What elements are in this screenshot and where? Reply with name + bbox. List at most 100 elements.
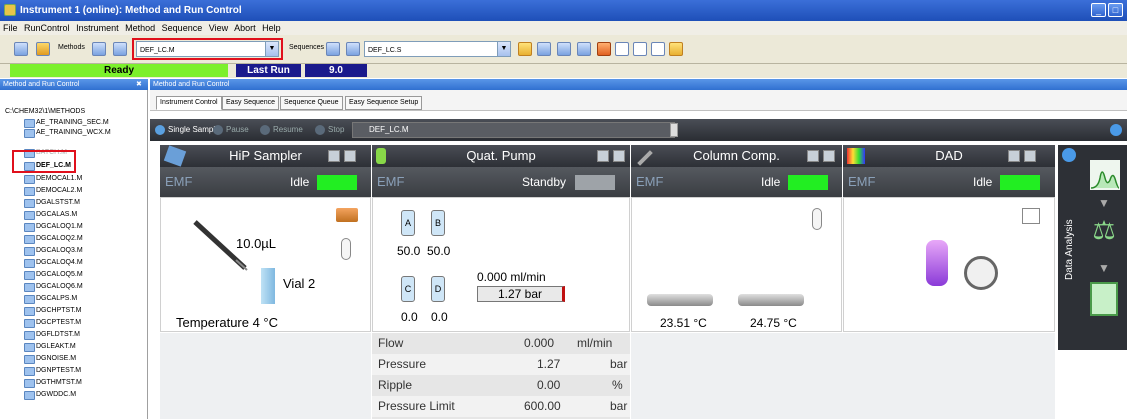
- sampler-emf[interactable]: EMF: [165, 167, 192, 197]
- open-sequence-icon[interactable]: [326, 42, 340, 56]
- minimize-icon[interactable]: _: [1091, 3, 1106, 17]
- list-item[interactable]: AE_TRAINING_WCX.M: [24, 128, 111, 138]
- list-item[interactable]: DGTHMTST.M: [24, 378, 82, 388]
- expand-icon[interactable]: [1062, 148, 1076, 162]
- checklist-icon[interactable]: [651, 42, 665, 56]
- tab-easy-sequence-setup[interactable]: Easy Sequence Setup: [345, 96, 423, 110]
- chart-icon[interactable]: [577, 42, 591, 56]
- row-label: Ripple: [378, 378, 413, 392]
- list-item[interactable]: DGALSTST.M: [24, 198, 80, 208]
- chromatogram-icon[interactable]: [1090, 160, 1120, 190]
- sampler-minimize-icon[interactable]: [328, 150, 340, 162]
- menu-abort[interactable]: Abort: [234, 23, 256, 33]
- row-value: 600.00: [524, 399, 561, 413]
- bottle-a-icon: A: [401, 210, 415, 236]
- table-row: Pressure Limit 600.00 bar: [372, 396, 630, 417]
- dad-minimize-icon[interactable]: [1008, 150, 1020, 162]
- column-emf[interactable]: EMF: [636, 167, 663, 197]
- column-menu-icon[interactable]: [823, 150, 835, 162]
- sequence-select[interactable]: DEF_LC.S ▼: [364, 41, 511, 57]
- pump-minimize-icon[interactable]: [597, 150, 609, 162]
- resume-button[interactable]: Resume: [260, 122, 303, 138]
- vial-icon: [261, 268, 275, 304]
- view-layout-icon[interactable]: [518, 42, 532, 56]
- list-item[interactable]: DEMOCAL2.M: [24, 186, 82, 196]
- menu-instrument[interactable]: Instrument: [76, 23, 119, 33]
- tab-sequence-queue[interactable]: Sequence Queue: [280, 96, 343, 110]
- right-panel-title: Method and Run Control: [150, 79, 1127, 90]
- thermostat-icon[interactable]: [336, 208, 358, 222]
- list-item[interactable]: DGWDDC.M: [24, 390, 76, 400]
- help-icon[interactable]: [1110, 124, 1122, 136]
- tree-root[interactable]: C:\CHEM32\1\METHODS: [5, 108, 85, 115]
- run-method-field: DEF_LC.M: [352, 122, 675, 138]
- pause-button[interactable]: Pause: [213, 122, 249, 138]
- data-analysis-label[interactable]: Data Analysis: [1064, 200, 1078, 300]
- row-unit: ml/min: [577, 336, 613, 350]
- menu-file[interactable]: File: [3, 23, 18, 33]
- list-item[interactable]: DGNPTEST.M: [24, 366, 81, 376]
- dad-menu-icon[interactable]: [1024, 150, 1036, 162]
- system-diagram-icon[interactable]: [537, 42, 551, 56]
- column-minimize-icon[interactable]: [807, 150, 819, 162]
- list-item[interactable]: DGCPTEST.M: [24, 318, 81, 328]
- save-sequence-icon[interactable]: [346, 42, 360, 56]
- thermometer-icon[interactable]: [341, 238, 351, 260]
- list-item[interactable]: DGCALPS.M: [24, 294, 77, 304]
- list-item[interactable]: DGCALOQ2.M: [24, 234, 83, 244]
- menu-sequence[interactable]: Sequence: [162, 23, 203, 33]
- sampler-status: EMF Idle: [160, 167, 371, 197]
- pump-title: Quat. Pump: [466, 148, 536, 163]
- lamp-icon: [926, 240, 948, 286]
- pump-header: Quat. Pump: [372, 145, 630, 167]
- table-row: Ripple 0.00 %: [372, 375, 630, 396]
- sampler-status-indicator: [317, 175, 357, 190]
- hand-icon[interactable]: [669, 42, 683, 56]
- sampling-diagram-icon[interactable]: [557, 42, 571, 56]
- list-item[interactable]: AE_TRAINING_SEC.M: [24, 118, 109, 128]
- list-item[interactable]: DGCALAS.M: [24, 210, 77, 220]
- stop-button[interactable]: Stop: [315, 122, 344, 138]
- list-item[interactable]: DGCALOQ5.M: [24, 270, 83, 280]
- list-item[interactable]: DGCALOQ6.M: [24, 282, 83, 292]
- print-icon[interactable]: [633, 42, 647, 56]
- menu-help[interactable]: Help: [262, 23, 281, 33]
- signal-plot-icon[interactable]: [1022, 208, 1040, 224]
- tab-easy-sequence[interactable]: Easy Sequence: [222, 96, 280, 110]
- list-item[interactable]: DEMOCAL1.M: [24, 174, 82, 184]
- menu-method[interactable]: Method: [125, 23, 155, 33]
- balance-icon[interactable]: ⚖: [1088, 215, 1120, 245]
- dad-emf[interactable]: EMF: [848, 167, 875, 197]
- list-item[interactable]: DGFLDTST.M: [24, 330, 80, 340]
- method-icon[interactable]: [36, 42, 50, 56]
- pump-menu-icon[interactable]: [613, 150, 625, 162]
- row-label: Pressure Limit: [378, 399, 455, 413]
- sequence-select-value: DEF_LC.S: [368, 47, 402, 54]
- run-scroll-handle[interactable]: [670, 123, 678, 137]
- table-row: Pressure 1.27 bar: [372, 354, 630, 375]
- pump-emf[interactable]: EMF: [377, 167, 404, 197]
- document-icon[interactable]: [615, 42, 629, 56]
- report-icon[interactable]: [597, 42, 611, 56]
- list-item[interactable]: DGCALOQ3.M: [24, 246, 83, 256]
- pin-icon[interactable]: ✖: [136, 80, 145, 89]
- list-item[interactable]: DGCALOQ1.M: [24, 222, 83, 232]
- dad-status-indicator: [1000, 175, 1040, 190]
- list-item[interactable]: DGLEAKT.M: [24, 342, 76, 352]
- list-item[interactable]: DGNOISE.M: [24, 354, 76, 364]
- tab-instrument-control[interactable]: Instrument Control: [156, 96, 222, 110]
- thermometer-icon[interactable]: [812, 208, 822, 230]
- dad-title: DAD: [935, 148, 963, 163]
- menu-view[interactable]: View: [209, 23, 228, 33]
- single-sample-button[interactable]: Single Sample: [155, 122, 220, 138]
- sampler-menu-icon[interactable]: [344, 150, 356, 162]
- menu-runcontrol[interactable]: RunControl: [24, 23, 70, 33]
- maximize-icon[interactable]: □: [1108, 3, 1123, 17]
- save-method-icon[interactable]: [113, 42, 127, 56]
- list-item[interactable]: DGCALOQ4.M: [24, 258, 83, 268]
- open-method-icon[interactable]: [92, 42, 106, 56]
- selection-highlight: [12, 150, 76, 173]
- instrument-icon[interactable]: [14, 42, 28, 56]
- list-item[interactable]: DGCHPTST.M: [24, 306, 82, 316]
- report-icon[interactable]: [1090, 282, 1118, 316]
